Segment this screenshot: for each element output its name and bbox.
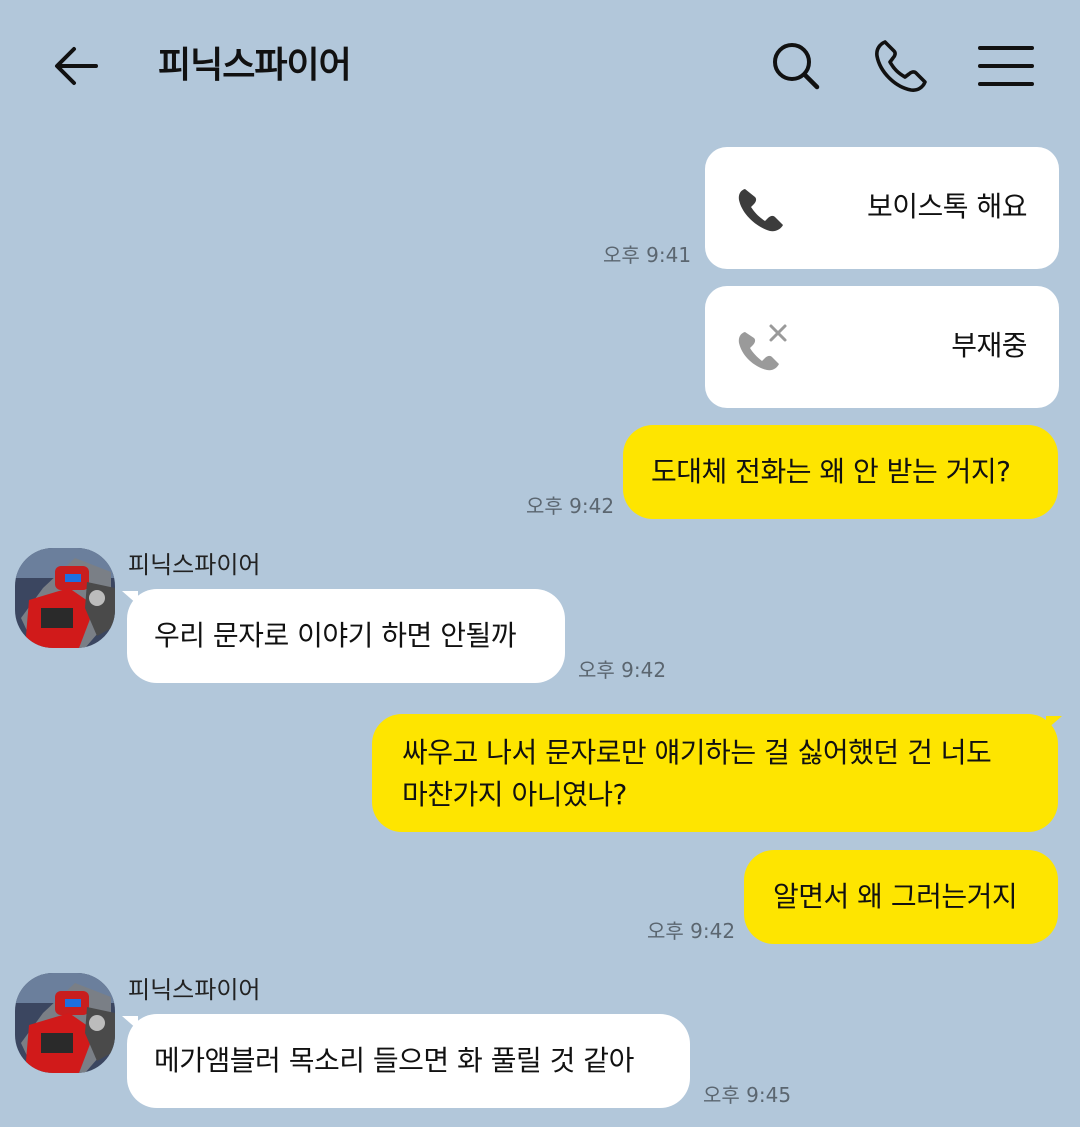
message-time: 오후 9:45 (703, 1083, 792, 1107)
message-time: 오후 9:42 (578, 658, 667, 682)
message-time: 오후 9:42 (526, 494, 615, 518)
voice-call-card[interactable]: 보이스톡 해요 (705, 147, 1059, 269)
message-text: 도대체 전화는 왜 안 받는 거지? (651, 455, 1011, 488)
phone-icon (875, 40, 927, 92)
missed-call-label: 부재중 (951, 329, 1027, 362)
message-time: 오후 9:41 (603, 243, 692, 267)
missed-call-card[interactable]: 부재중 (705, 286, 1059, 408)
voice-call-label: 보이스톡 해요 (867, 190, 1027, 223)
chat-title: 피닉스파이어 (158, 45, 352, 86)
message-text-line: 싸우고 나서 문자로만 얘기하는 걸 싫어했던 건 너도 (402, 736, 992, 769)
robot-avatar-icon (15, 973, 115, 1073)
search-button[interactable] (766, 36, 826, 96)
avatar[interactable] (15, 548, 115, 648)
back-button[interactable] (48, 38, 104, 94)
my-message-bubble[interactable]: 싸우고 나서 문자로만 얘기하는 걸 싫어했던 건 너도 마찬가지 아니였나? (372, 714, 1058, 832)
hamburger-menu-icon (978, 46, 1034, 86)
message-text-line: 마찬가지 아니였나? (402, 778, 627, 811)
message-text: 알면서 왜 그러는거지 (773, 880, 1018, 913)
sender-name: 피닉스파이어 (128, 976, 261, 1004)
their-message-bubble[interactable]: 우리 문자로 이야기 하면 안될까 (127, 589, 565, 683)
my-message-bubble[interactable]: 알면서 왜 그러는거지 (744, 850, 1058, 944)
menu-button[interactable] (976, 36, 1036, 96)
their-message-bubble[interactable]: 메가앰블러 목소리 들으면 화 풀릴 것 같아 (127, 1014, 690, 1108)
arrow-left-icon (55, 47, 98, 85)
phone-handset-icon (738, 189, 783, 232)
chat-header: 피닉스파이어 (0, 0, 1080, 130)
missed-call-icon (738, 324, 787, 371)
search-icon (773, 43, 820, 90)
message-text: 메가앰블러 목소리 들으면 화 풀릴 것 같아 (154, 1044, 634, 1077)
message-text: 우리 문자로 이야기 하면 안될까 (154, 619, 516, 652)
robot-avatar-icon (15, 548, 115, 648)
sender-name: 피닉스파이어 (128, 551, 261, 579)
message-time: 오후 9:42 (647, 919, 736, 943)
my-message-bubble[interactable]: 도대체 전화는 왜 안 받는 거지? (623, 425, 1058, 519)
call-button[interactable] (871, 36, 931, 96)
avatar[interactable] (15, 973, 115, 1073)
